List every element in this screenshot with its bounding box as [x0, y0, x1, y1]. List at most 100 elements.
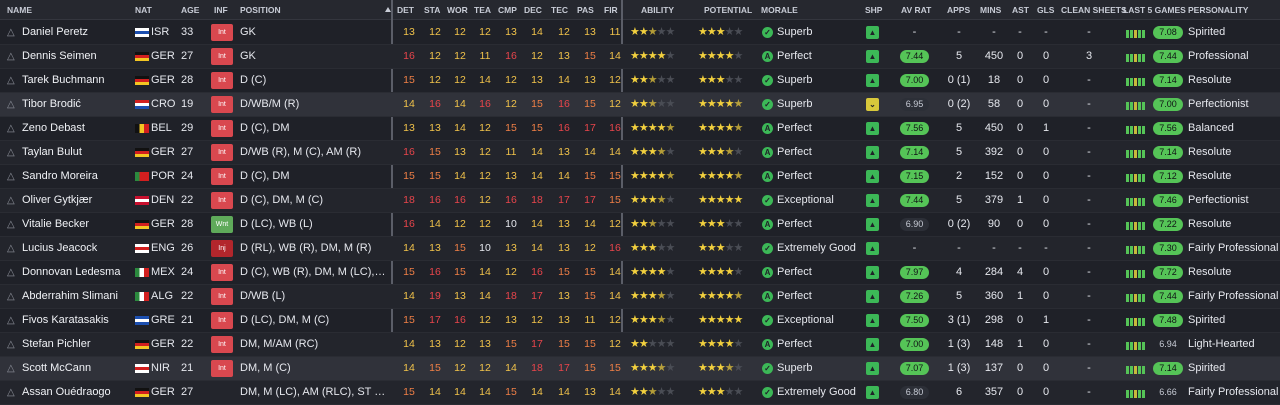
- col-fir[interactable]: FIR: [604, 5, 618, 15]
- col-ast[interactable]: AST: [1012, 5, 1029, 15]
- player-name[interactable]: Zeno Debast: [22, 117, 130, 140]
- attribute-value: 14: [558, 74, 570, 86]
- personality: Fairly Professional: [1188, 242, 1279, 254]
- info-badge[interactable]: Int: [211, 336, 233, 353]
- average-rating: 7.07: [900, 362, 929, 375]
- info-badge[interactable]: Int: [211, 72, 233, 89]
- info-badge[interactable]: Int: [211, 96, 233, 113]
- col-tea[interactable]: TEA: [474, 5, 491, 15]
- info-badge[interactable]: Int: [211, 120, 233, 137]
- attribute-value: 14: [454, 98, 466, 110]
- morale-icon: ✓: [762, 315, 773, 326]
- col-age[interactable]: AGE: [181, 5, 199, 15]
- last-5-games-rating: 7.00: [1153, 98, 1183, 111]
- player-name[interactable]: Lucius Jeacock: [22, 237, 130, 260]
- info-badge[interactable]: Int: [211, 264, 233, 281]
- attribute-value: 13: [505, 170, 517, 182]
- flag-icon: [135, 340, 149, 349]
- ability-stars: ★★★★★: [630, 146, 675, 158]
- goals: 0: [1042, 266, 1050, 278]
- info-badge[interactable]: Int: [211, 312, 233, 329]
- col-morale[interactable]: MORALE: [761, 5, 798, 15]
- age: 21: [181, 314, 194, 326]
- col-sta[interactable]: STA: [424, 5, 440, 15]
- table-row[interactable]: △ Daniel Peretz ISR 33 Int GK 13 12 12 12 13 14 12 13…: [0, 21, 1280, 45]
- info-badge[interactable]: Int: [211, 24, 233, 41]
- table-row[interactable]: △ Scott McCann NIR 21 Int DM, M (C) 14 15 12 12 14…: [0, 357, 1280, 381]
- col-last5[interactable]: LAST 5 GAMES: [1123, 5, 1186, 15]
- info-badge[interactable]: Inj: [211, 240, 233, 257]
- table-row[interactable]: △ Lucius Jeacock ENG 26 Inj D (RL), WB (R), D…: [0, 237, 1280, 261]
- col-name[interactable]: NAME: [7, 5, 32, 15]
- table-row[interactable]: △ Fivos Karatasakis GRE 21 Int D (LC), DM, M …: [0, 309, 1280, 333]
- col-avrat[interactable]: AV RAT: [901, 5, 931, 15]
- col-wor[interactable]: WOR: [447, 5, 468, 15]
- form-bars-icon: [1126, 197, 1156, 206]
- info-badge[interactable]: Int: [211, 48, 233, 65]
- nationality: GER: [151, 218, 175, 230]
- player-name[interactable]: Taylan Bulut: [22, 141, 130, 164]
- col-nat[interactable]: NAT: [135, 5, 152, 15]
- player-name[interactable]: Scott McCann: [22, 357, 130, 380]
- attribute-value: 14: [429, 218, 441, 230]
- attribute-value: 15: [531, 122, 543, 134]
- player-name[interactable]: Donnovan Ledesma: [22, 261, 130, 284]
- col-dec[interactable]: DEC: [524, 5, 542, 15]
- table-row[interactable]: △ Abderrahim Slimani ALG 22 Int D/WB (L) 14 19 1…: [0, 285, 1280, 309]
- attribute-value: 13: [558, 290, 570, 302]
- col-potential[interactable]: POTENTIAL: [704, 5, 752, 15]
- info-badge[interactable]: Wnt: [211, 216, 233, 233]
- player-name[interactable]: Stefan Pichler: [22, 333, 130, 356]
- col-det[interactable]: DET: [397, 5, 414, 15]
- info-badge[interactable]: Int: [211, 360, 233, 377]
- table-row[interactable]: △ Donnovan Ledesma MEX 24 Int D (C), WB (R), …: [0, 261, 1280, 285]
- player-name[interactable]: Daniel Peretz: [22, 21, 130, 44]
- table-row[interactable]: △ Vitalie Becker GER 28 Wnt D (LC), WB (L) 16 1…: [0, 213, 1280, 237]
- attribute-value: 14: [403, 242, 415, 254]
- player-name[interactable]: Abderrahim Slimani: [22, 285, 130, 308]
- player-name[interactable]: Fivos Karatasakis: [22, 309, 130, 332]
- clean-sheets: -: [1087, 386, 1091, 398]
- table-row[interactable]: △ Tarek Buchmann GER 28 Int D (C) 15 12 12 14 12 13…: [0, 69, 1280, 93]
- position: DM, M (LC), AM (RLC), ST (C): [240, 386, 386, 398]
- position: D (RL), WB (R), DM, M (R): [240, 242, 372, 254]
- last-5-games-rating: 6.94: [1159, 339, 1177, 349]
- col-inf[interactable]: INF: [214, 5, 228, 15]
- col-cleansheets[interactable]: CLEAN SHEETS: [1061, 5, 1127, 15]
- col-cmp[interactable]: CMP: [498, 5, 517, 15]
- player-name[interactable]: Dennis Seimen: [22, 45, 130, 68]
- ability-stars: ★★★★★: [630, 98, 675, 110]
- info-badge[interactable]: Int: [211, 192, 233, 209]
- col-apps[interactable]: APPS: [947, 5, 970, 15]
- table-row[interactable]: △ Dennis Seimen GER 27 Int GK 16 12 12 11 16 12 13 15…: [0, 45, 1280, 69]
- col-mins[interactable]: MINS: [980, 5, 1001, 15]
- col-gls[interactable]: GLS: [1037, 5, 1054, 15]
- form-bars-icon: [1126, 341, 1156, 350]
- table-row[interactable]: △ Taylan Bulut GER 27 Int D/WB (R), M (C), AM…: [0, 141, 1280, 165]
- col-position[interactable]: POSITION: [240, 5, 281, 15]
- info-badge[interactable]: Int: [211, 168, 233, 185]
- flag-icon: [135, 292, 149, 301]
- nationality: GER: [151, 74, 175, 86]
- table-row[interactable]: △ Zeno Debast BEL 29 Int D (C), DM 13 13 14 12 15 1…: [0, 117, 1280, 141]
- info-badge[interactable]: Int: [211, 144, 233, 161]
- average-rating: 7.00: [900, 74, 929, 87]
- table-row[interactable]: △ Tibor Brodić CRO 19 Int D/WB/M (R) 14 16 14 16 1…: [0, 93, 1280, 117]
- col-personality[interactable]: PERSONALITY: [1188, 5, 1248, 15]
- table-row[interactable]: △ Oliver Gytkjær DEN 22 Int D (C), DM, M (C) 1…: [0, 189, 1280, 213]
- morale: Extremely Good: [777, 242, 856, 254]
- info-badge[interactable]: Int: [211, 288, 233, 305]
- col-tec[interactable]: TEC: [551, 5, 568, 15]
- player-name[interactable]: Assan Ouédraogo: [22, 381, 130, 404]
- table-row[interactable]: △ Assan Ouédraogo GER 27 DM, M (LC), AM (RLC…: [0, 381, 1280, 405]
- player-name[interactable]: Oliver Gytkjær: [22, 189, 130, 212]
- player-name[interactable]: Vitalie Becker: [22, 213, 130, 236]
- table-row[interactable]: △ Sandro Moreira POR 24 Int D (C), DM 15 15 14 12…: [0, 165, 1280, 189]
- player-name[interactable]: Tibor Brodić: [22, 93, 130, 116]
- table-row[interactable]: △ Stefan Pichler GER 22 Int DM, M/AM (RC) 14 13…: [0, 333, 1280, 357]
- player-name[interactable]: Tarek Buchmann: [22, 69, 130, 92]
- col-ability[interactable]: ABILITY: [641, 5, 674, 15]
- player-name[interactable]: Sandro Moreira: [22, 165, 130, 188]
- col-pas[interactable]: PAS: [577, 5, 594, 15]
- col-shp[interactable]: SHP: [865, 5, 882, 15]
